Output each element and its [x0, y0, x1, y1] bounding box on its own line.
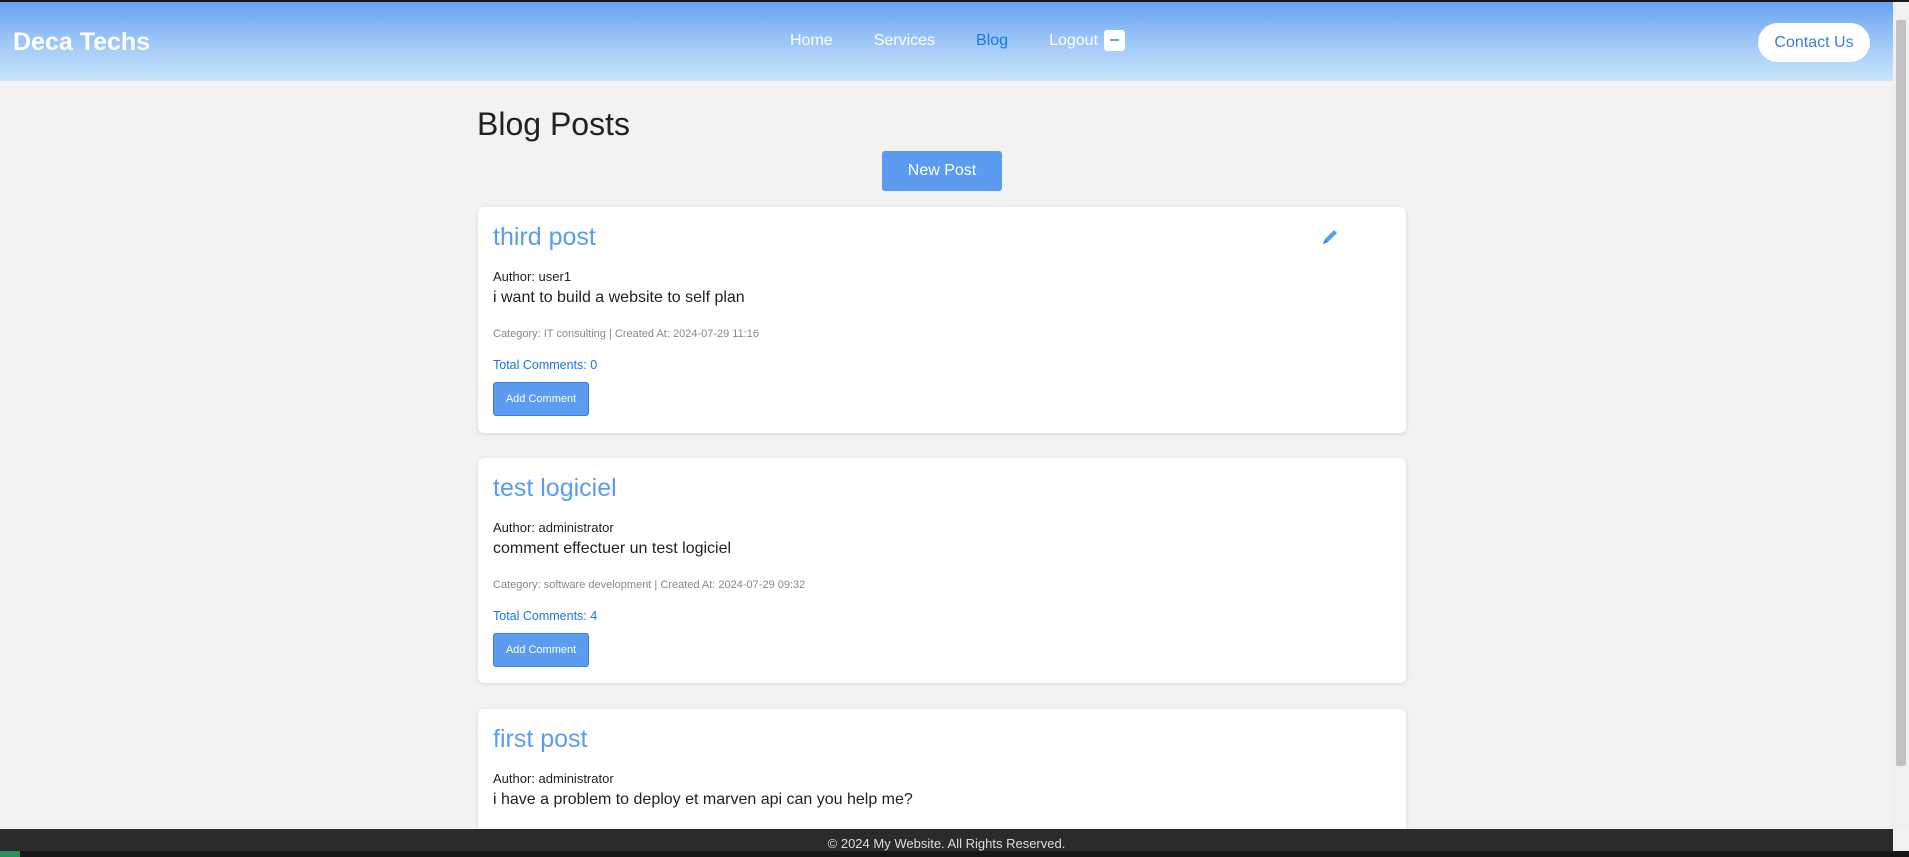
post-card: third post Author: user1 i want to build…: [478, 207, 1406, 433]
post-meta: Category: IT consulting | Created At: 20…: [493, 328, 760, 340]
post-body: i want to build a website to self plan: [493, 289, 745, 306]
post-card: first post Author: administrator i have …: [478, 709, 1406, 849]
footer-copyright: © 2024 My Website. All Rights Reserved.: [827, 836, 1066, 851]
page-title: Blog Posts: [477, 106, 630, 142]
post-author: Author: user1: [493, 269, 572, 284]
navbar: Deca Techs Home Services Blog Logout Con…: [0, 2, 1893, 81]
nav-home-link[interactable]: Home: [790, 32, 833, 50]
total-comments-link[interactable]: Total Comments: 4: [493, 609, 597, 623]
post-author: Author: administrator: [493, 520, 614, 535]
total-comments-link[interactable]: Total Comments: 0: [493, 358, 597, 372]
bottom-window-strip: [0, 851, 1909, 857]
page-scrollbar[interactable]: [1893, 2, 1909, 829]
post-author: Author: administrator: [493, 771, 614, 786]
contact-us-button[interactable]: Contact Us: [1758, 23, 1870, 62]
nav-logout-link[interactable]: Logout: [1049, 30, 1126, 51]
bottom-accent: [0, 851, 20, 857]
post-title-link[interactable]: third post: [493, 223, 596, 252]
post-card: test logiciel Author: administrator comm…: [478, 458, 1406, 683]
post-body: comment effectuer un test logiciel: [493, 540, 732, 557]
add-comment-button[interactable]: Add Comment: [493, 382, 589, 416]
post-body: i have a problem to deploy et marven api…: [493, 791, 913, 808]
post-meta: Category: software development | Created…: [493, 579, 806, 591]
edit-pencil-icon[interactable]: [1320, 227, 1340, 247]
new-post-button[interactable]: New Post: [882, 151, 1002, 191]
nav-blog-link[interactable]: Blog: [976, 32, 1008, 50]
post-title-link[interactable]: test logiciel: [493, 474, 617, 503]
post-title-link[interactable]: first post: [493, 725, 587, 754]
main-nav: Home Services Blog Logout: [790, 30, 1166, 51]
brand-logo-text[interactable]: Deca Techs: [13, 28, 150, 57]
logout-label: Logout: [1049, 31, 1099, 49]
add-comment-button[interactable]: Add Comment: [493, 633, 589, 667]
nav-services-link[interactable]: Services: [874, 32, 935, 50]
logout-icon: [1104, 30, 1126, 51]
page-footer: © 2024 My Website. All Rights Reserved.: [0, 829, 1893, 851]
scrollbar-thumb[interactable]: [1896, 20, 1906, 766]
